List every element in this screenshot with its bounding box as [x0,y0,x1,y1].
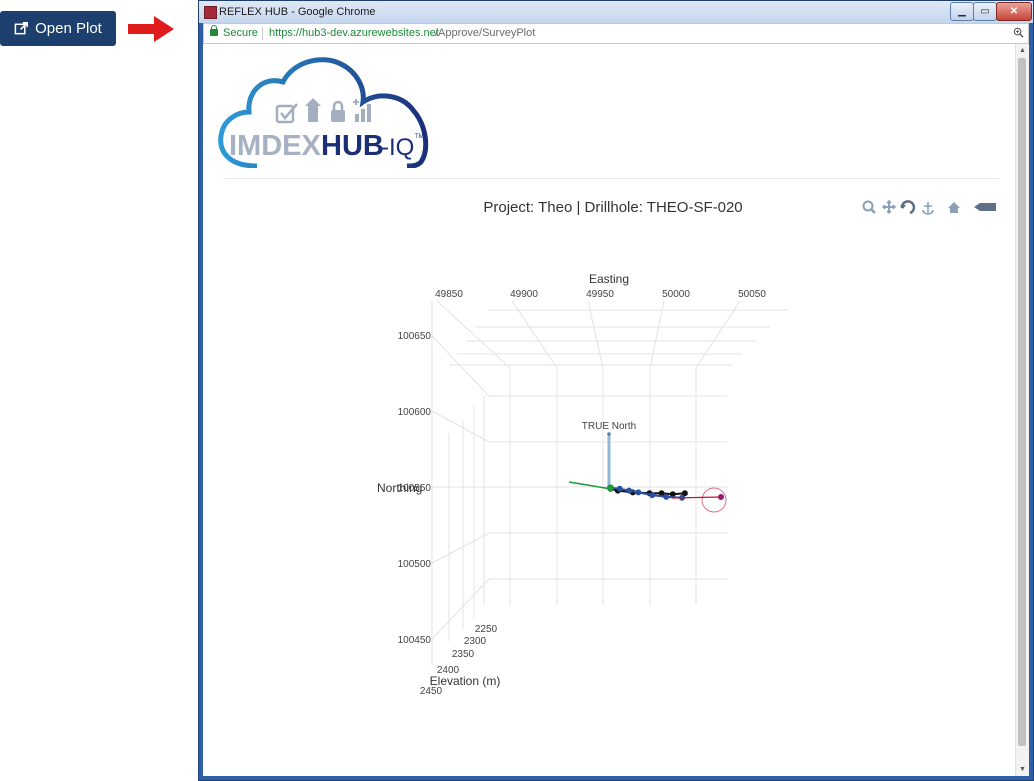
logo-imdex-text: IMDEX [229,130,322,162]
survey-point-blue [626,487,633,494]
northing-gridline [431,410,727,443]
red-arrow-icon [128,16,174,42]
pan-icon[interactable] [881,200,897,215]
true-north-label: TRUE North [582,421,636,432]
scroll-down-icon[interactable]: ▼ [1018,765,1027,774]
scroll-up-icon[interactable]: ▲ [1018,46,1027,55]
northing-tick-label: 100500 [398,559,432,570]
open-plot-button[interactable]: Open Plot [0,11,116,46]
open-plot-label: Open Plot [35,20,102,37]
url-host: https://hub3-dev.azurewebsites.net [269,27,439,39]
survey-point-blue [616,485,623,492]
page-content: IMDEX HUB -IQ TM Project: Theo | Drillho… [203,44,1029,776]
imdex-hub-iq-logo: IMDEX HUB -IQ TM [218,57,429,168]
toggle-hover-icon[interactable] [974,203,996,211]
easting-gridline [649,300,665,605]
easting-tick-label: 50000 [662,289,690,300]
easting-gridline [587,300,604,605]
collar-direction-line [568,481,612,490]
secure-label: Secure [223,27,258,39]
northing-gridline [431,335,727,397]
easting-tick-label: 49850 [435,289,463,300]
elevation-tick-label: 2300 [464,636,487,647]
northing-tick-label: 100650 [398,331,432,342]
maximize-button[interactable]: ▭ [973,2,997,21]
northing-gridline [431,532,727,564]
logo-hub-text: HUB [321,130,384,162]
address-bar[interactable]: Secure https://hub3-dev.azurewebsites.ne… [203,23,1029,44]
scrollbar-thumb[interactable] [1018,58,1026,746]
header-divider [225,178,999,179]
easting-gridline [511,300,558,605]
true-north-tip [607,432,611,436]
easting-gridline [695,300,741,605]
lock-icon [210,25,218,36]
browser-window: REFLEX HUB - Google Chrome ▁ ▭ ✕ Secure … [198,0,1034,781]
survey-point-blue [649,492,656,499]
collar-point [606,484,614,492]
title-bar: REFLEX HUB - Google Chrome ▁ ▭ ✕ [199,1,1033,23]
elevation-axis-title: Elevation (m) [430,674,501,688]
survey-point-blue [663,493,670,500]
turntable-icon[interactable] [922,202,934,215]
end-of-hole-ring [701,487,727,513]
easting-tick-label: 50050 [738,289,766,300]
minimize-button[interactable]: ▁ [950,2,974,21]
url-path: /Approve/SurveyPlot [435,27,536,39]
window-title: REFLEX HUB - Google Chrome [219,6,376,18]
plot-modebar [862,200,996,215]
home-icon[interactable] [948,202,960,213]
northing-tick-label: 100450 [398,635,432,646]
address-separator [262,27,263,40]
survey-3d-plot[interactable]: 49850 49900 49950 50000 50050 100650 100600 100… [203,224,993,734]
elevation-tick-label: 2250 [475,624,498,635]
vertical-scrollbar[interactable]: ▲ ▼ [1015,44,1029,776]
easting-tick-label: 49950 [586,289,614,300]
logo-iq-text: -IQ [381,134,414,161]
zoom-icon[interactable] [1013,27,1024,38]
easting-tick-label: 49900 [510,289,538,300]
survey-point-blue [635,489,642,496]
northing-axis-title: Northing [377,481,422,495]
zoom-icon[interactable] [862,200,876,214]
close-button[interactable]: ✕ [996,2,1032,21]
plot-title: Project: Theo | Drillhole: THEO-SF-020 [483,199,743,216]
northing-tick-label: 100600 [398,407,432,418]
logo-tm-text: TM [415,134,424,140]
favicon-icon [204,6,217,19]
orbit-icon[interactable] [900,200,916,215]
external-link-icon [14,22,29,35]
elevation-tick-label: 2350 [452,649,475,660]
easting-axis-title: Easting [589,272,629,286]
